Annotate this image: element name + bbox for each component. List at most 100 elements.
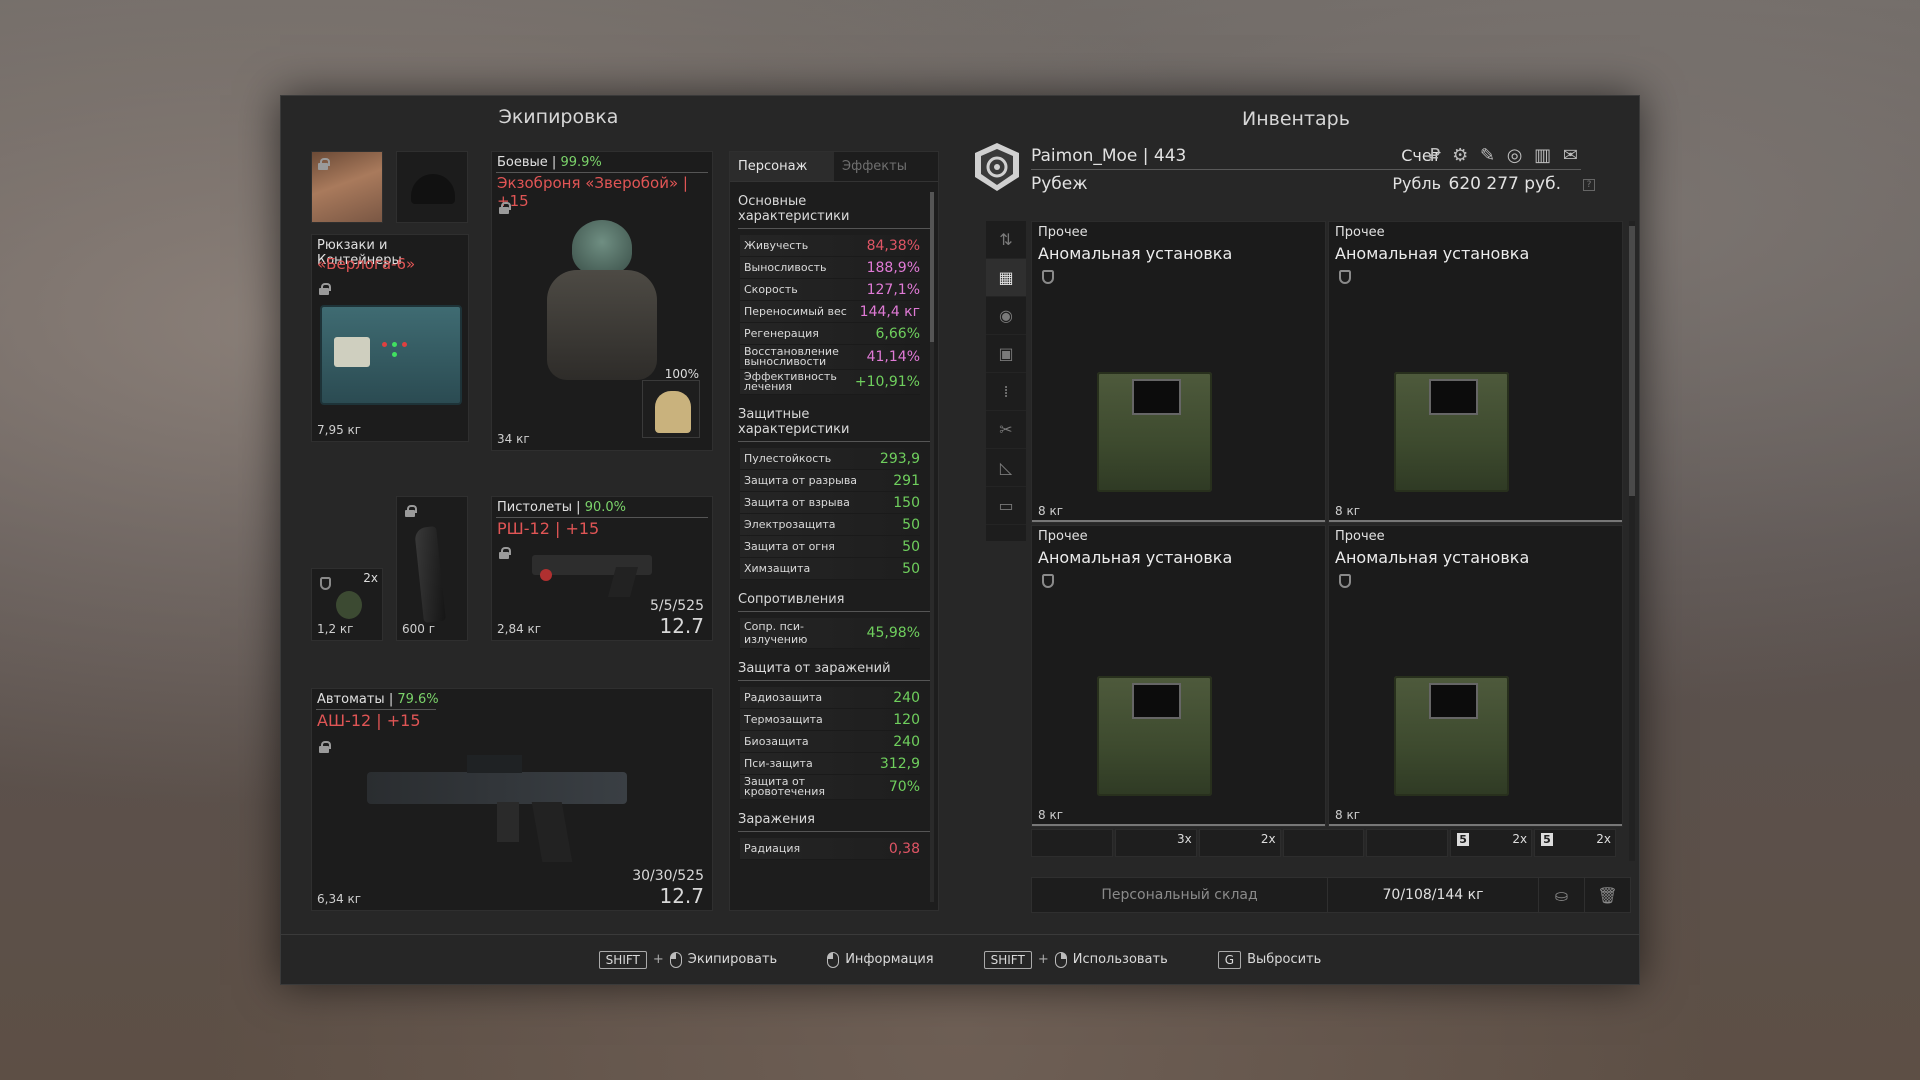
lock-icon xyxy=(499,547,511,559)
stat-row: Защита от разрыва 291 xyxy=(740,470,920,492)
item-weight: 8 кг xyxy=(1038,808,1064,822)
inventory-grid: Прочее Аномальная установка 8 кг Прочее … xyxy=(1031,221,1631,861)
help-icon[interactable]: ? xyxy=(1583,179,1595,191)
hint-label: Информация xyxy=(845,952,934,967)
knife-slot[interactable]: 600 г xyxy=(396,496,468,641)
hint-drop: G Выбросить xyxy=(1217,950,1321,969)
inventory-item-partial[interactable] xyxy=(1282,829,1365,857)
stat-value: 240 xyxy=(893,689,920,706)
tab-effects[interactable]: Эффекты xyxy=(834,152,938,181)
inventory-item[interactable]: Прочее Аномальная установка 8 кг xyxy=(1031,221,1326,523)
filter-misc-icon[interactable]: ◺ xyxy=(986,449,1026,487)
sort-icon[interactable]: ⇅ xyxy=(986,221,1026,259)
inventory-scroll-thumb[interactable] xyxy=(1629,226,1635,496)
anomaly-device-image xyxy=(1092,277,1267,497)
stat-label: Биозащита xyxy=(744,735,809,748)
stat-label: Регенерация xyxy=(744,327,819,340)
item-weight: 8 кг xyxy=(1038,504,1064,518)
stat-value: 150 xyxy=(893,494,920,511)
filter-equipment-icon[interactable]: ▣ xyxy=(986,335,1026,373)
stat-value: 50 xyxy=(902,538,920,555)
inventory-item-partial[interactable]: 2x xyxy=(1198,829,1281,857)
anomaly-device-image xyxy=(1389,581,1564,801)
currency-icons[interactable]: ₽ ⚙ ✎ ◎ ▥ ✉ xyxy=(1429,145,1581,166)
plate-percent: 100% xyxy=(664,367,699,381)
stat-row: Переносимый вес 144,4 кг xyxy=(740,301,920,323)
stat-label: Защита от взрыва xyxy=(744,496,850,509)
rifle-slot[interactable]: Автоматы | 79.6% АШ-12 | +15 30/30/525 1… xyxy=(311,688,713,911)
stat-value: 127,1% xyxy=(866,281,920,298)
armor-weight: 34 кг xyxy=(497,432,530,446)
stat-row: Живучесть 84,38% xyxy=(740,235,920,257)
personal-stash-button[interactable]: Персональный склад xyxy=(1032,878,1328,912)
face-slot[interactable] xyxy=(311,151,383,223)
stat-row: Защита от взрыва 150 xyxy=(740,492,920,514)
backpack-slot[interactable]: Рюкзаки и Контейнеры «Берлога-6» 7,95 кг xyxy=(311,234,469,442)
stats-section-title: Защита от заражений xyxy=(738,653,930,681)
filter-artifacts-icon[interactable]: ◉ xyxy=(986,297,1026,335)
stat-label: Сопр. пси-излучению xyxy=(744,620,808,646)
inventory-item-partial[interactable] xyxy=(1366,829,1449,857)
stat-label: Живучесть xyxy=(744,239,809,252)
shield-icon xyxy=(1042,574,1054,588)
mouse-left-icon xyxy=(669,951,682,968)
stat-label: Электрозащита xyxy=(744,518,836,531)
grenade-slot[interactable]: 2x 1,2 кг xyxy=(311,568,383,641)
stat-row: Электрозащита 50 xyxy=(740,514,920,536)
shield-icon xyxy=(1339,270,1351,284)
inventory-filter-sidebar: ⇅ ▦ ◉ ▣ ⁞ ✂ ◺ ▭ xyxy=(986,221,1026,541)
pistol-condition: 90.0% xyxy=(584,500,627,515)
rifle-weight: 6,34 кг xyxy=(317,892,362,906)
stats-scroll-thumb[interactable] xyxy=(930,192,934,342)
inventory-item[interactable]: Прочее Аномальная установка 8 кг xyxy=(1328,525,1623,827)
armor-plate-slot[interactable]: 100% xyxy=(642,367,700,438)
item-name: Аномальная установка xyxy=(1335,244,1530,263)
money-amount: 620 277 руб. xyxy=(1448,174,1561,194)
inventory-item-partial[interactable]: 2x 5 xyxy=(1534,829,1617,857)
stat-label: Защита от кровотечения xyxy=(744,775,825,798)
hint-use: SHIFT + Использовать xyxy=(983,950,1168,969)
inventory-item-partial[interactable] xyxy=(1031,829,1113,857)
backpack-image xyxy=(320,305,462,405)
pistol-slot[interactable]: Пистолеты | 90.0% РШ-12 | +15 5/5/525 12… xyxy=(491,496,713,641)
stat-label: Скорость xyxy=(744,283,798,296)
helmet-slot[interactable] xyxy=(396,151,468,223)
mouse-left-icon xyxy=(827,951,840,968)
lock-icon xyxy=(319,283,331,295)
backpack-name: «Берлога-6» xyxy=(317,255,416,273)
inventory-title: Инвентарь xyxy=(1242,108,1350,130)
stat-value: +10,91% xyxy=(854,374,920,390)
item-count: 2x xyxy=(1512,832,1528,846)
stat-value: 312,9 xyxy=(879,755,920,772)
inventory-item-partial[interactable]: 3x xyxy=(1114,829,1197,857)
inventory-row-partial: 3x 2x 2x 5 2x 5 xyxy=(1031,829,1617,857)
shield-icon xyxy=(1339,574,1351,588)
filter-other-icon[interactable]: ▭ xyxy=(986,487,1026,525)
stat-value: 293,9 xyxy=(879,450,920,467)
armor-slot[interactable]: Боевые | 99.9% Экзоброня «Зверобой» | +1… xyxy=(491,151,713,451)
item-category: Прочее xyxy=(1335,225,1385,240)
filter-all-icon[interactable]: ▦ xyxy=(986,259,1026,297)
inventory-item[interactable]: Прочее Аномальная установка 8 кг xyxy=(1031,525,1326,827)
tab-character[interactable]: Персонаж xyxy=(730,152,834,181)
backpack-weight: 7,95 кг xyxy=(317,423,362,437)
hint-bar: SHIFT + Экипировать Информация SHIFT + И… xyxy=(281,934,1639,984)
stat-row: Термозащита 120 xyxy=(740,709,920,731)
lock-icon xyxy=(319,741,331,753)
inventory-header: Paimon_Moe | 443 Рубеж Счет ₽ ⚙ ✎ ◎ ▥ ✉ … xyxy=(971,141,1621,211)
item-name: Аномальная установка xyxy=(1038,548,1233,567)
armor-name: Экзоброня «Зверобой» | +15 xyxy=(497,174,688,210)
faction-emblem-icon xyxy=(975,143,1019,191)
equipment-title: Экипировка xyxy=(498,106,619,128)
inventory-item[interactable]: Прочее Аномальная установка 8 кг xyxy=(1328,221,1623,523)
inventory-item-partial[interactable]: 2x 5 xyxy=(1450,829,1533,857)
stat-value: 70% xyxy=(888,779,920,795)
filter-tools-icon[interactable]: ✂ xyxy=(986,411,1026,449)
pistol-ammo: 5/5/525 12.7 xyxy=(650,598,704,638)
item-count: 2x xyxy=(1596,832,1612,846)
stat-label: Радиозащита xyxy=(744,691,823,704)
stat-value: 0,38 xyxy=(888,840,920,857)
anomaly-device-image xyxy=(1389,277,1564,497)
filter-ammo-icon[interactable]: ⁞ xyxy=(986,373,1026,411)
trash-icon[interactable]: 🗑 xyxy=(1584,878,1630,912)
